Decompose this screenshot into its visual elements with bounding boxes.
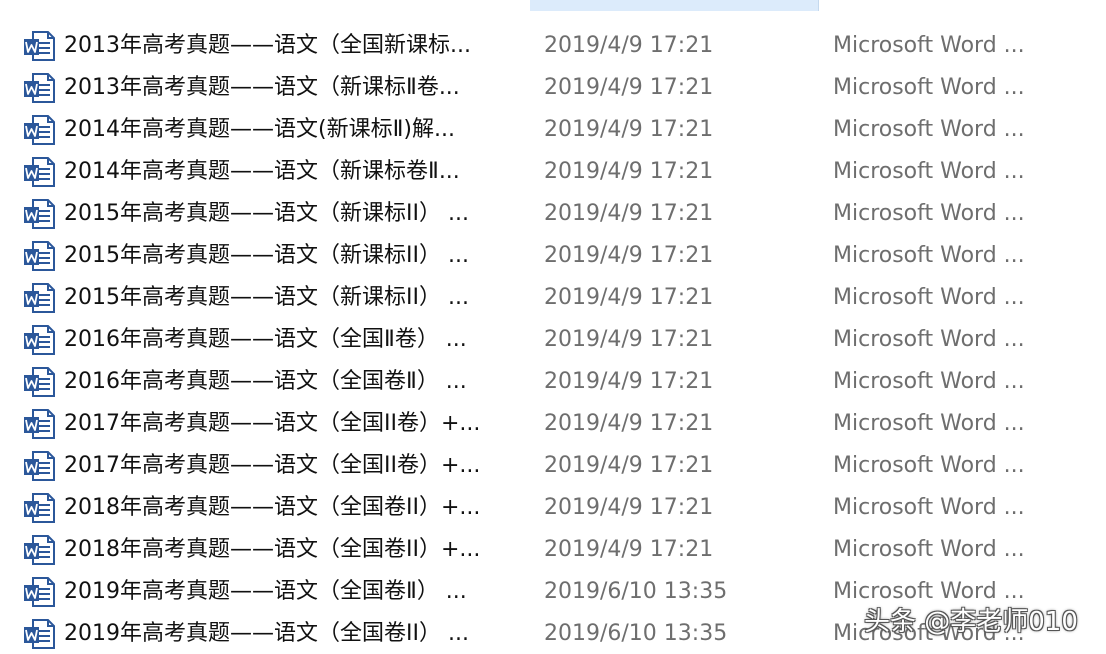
file-name: 2017年高考真题——语文（全国II卷）+... (64, 453, 481, 478)
file-date-modified: 2019/4/9 17:21 (544, 453, 714, 478)
file-row[interactable]: 2015年高考真题——语文（新课标II） ... 2019/4/9 17:21 … (0, 192, 1106, 234)
file-row[interactable]: 2013年高考真题——语文（新课标Ⅱ卷... 2019/4/9 17:21 Mi… (0, 66, 1106, 108)
file-row[interactable]: 2017年高考真题——语文（全国II卷）+... 2019/4/9 17:21 … (0, 402, 1106, 444)
file-name: 2019年高考真题——语文（全国卷Ⅱ） ... (64, 579, 467, 604)
file-date-modified: 2019/4/9 17:21 (544, 75, 714, 100)
file-type: Microsoft Word ... (833, 117, 1025, 142)
file-type: Microsoft Word ... (833, 495, 1025, 520)
word-document-icon (22, 618, 56, 650)
file-row[interactable]: 2016年高考真题——语文（全国Ⅱ卷） ... 2019/4/9 17:21 M… (0, 318, 1106, 360)
watermark-text: 头条 @李老师010 (864, 607, 1078, 637)
word-document-icon (22, 114, 56, 146)
file-type: Microsoft Word ... (833, 453, 1025, 478)
file-type: Microsoft Word ... (833, 285, 1025, 310)
word-document-icon (22, 324, 56, 356)
file-row[interactable]: 2017年高考真题——语文（全国II卷）+... 2019/4/9 17:21 … (0, 444, 1106, 486)
file-type: Microsoft Word ... (833, 33, 1025, 58)
file-row[interactable]: 2014年高考真题——语文（新课标卷Ⅱ... 2019/4/9 17:21 Mi… (0, 150, 1106, 192)
file-type: Microsoft Word ... (833, 369, 1025, 394)
file-date-modified: 2019/4/9 17:21 (544, 201, 714, 226)
file-list: 2013年高考真题——语文（全国新课标... 2019/4/9 17:21 Mi… (0, 24, 1106, 654)
file-date-modified: 2019/6/10 13:35 (544, 579, 728, 604)
word-document-icon (22, 198, 56, 230)
file-date-modified: 2019/4/9 17:21 (544, 495, 714, 520)
file-type: Microsoft Word ... (833, 537, 1025, 562)
file-date-modified: 2019/4/9 17:21 (544, 411, 714, 436)
file-type: Microsoft Word ... (833, 243, 1025, 268)
file-type: Microsoft Word ... (833, 75, 1025, 100)
file-type: Microsoft Word ... (833, 327, 1025, 352)
file-type: Microsoft Word ... (833, 411, 1025, 436)
file-name: 2014年高考真题——语文（新课标卷Ⅱ... (64, 159, 460, 184)
file-row[interactable]: 2014年高考真题——语文(新课标Ⅱ)解... 2019/4/9 17:21 M… (0, 108, 1106, 150)
file-type: Microsoft Word ... (833, 159, 1025, 184)
word-document-icon (22, 282, 56, 314)
word-document-icon (22, 492, 56, 524)
file-name: 2017年高考真题——语文（全国II卷）+... (64, 411, 481, 436)
file-row[interactable]: 2013年高考真题——语文（全国新课标... 2019/4/9 17:21 Mi… (0, 24, 1106, 66)
file-date-modified: 2019/6/10 13:35 (544, 621, 728, 646)
file-type: Microsoft Word ... (833, 201, 1025, 226)
file-name: 2015年高考真题——语文（新课标II） ... (64, 243, 469, 268)
file-row[interactable]: 2015年高考真题——语文（新课标II） ... 2019/4/9 17:21 … (0, 276, 1106, 318)
file-date-modified: 2019/4/9 17:21 (544, 369, 714, 394)
file-date-modified: 2019/4/9 17:21 (544, 537, 714, 562)
file-row[interactable]: 2018年高考真题——语文（全国卷II）+... 2019/4/9 17:21 … (0, 528, 1106, 570)
file-row[interactable]: 2015年高考真题——语文（新课标II） ... 2019/4/9 17:21 … (0, 234, 1106, 276)
file-name: 2016年高考真题——语文（全国卷Ⅱ） ... (64, 369, 467, 394)
word-document-icon (22, 72, 56, 104)
word-document-icon (22, 156, 56, 188)
file-name: 2019年高考真题——语文（全国卷II） ... (64, 621, 469, 646)
file-date-modified: 2019/4/9 17:21 (544, 285, 714, 310)
file-name: 2015年高考真题——语文（新课标II） ... (64, 201, 469, 226)
word-document-icon (22, 366, 56, 398)
file-date-modified: 2019/4/9 17:21 (544, 33, 714, 58)
word-document-icon (22, 30, 56, 62)
file-name: 2013年高考真题——语文（新课标Ⅱ卷... (64, 75, 460, 100)
file-date-modified: 2019/4/9 17:21 (544, 327, 714, 352)
word-document-icon (22, 450, 56, 482)
file-name: 2015年高考真题——语文（新课标II） ... (64, 285, 469, 310)
file-date-modified: 2019/4/9 17:21 (544, 117, 714, 142)
file-name: 2018年高考真题——语文（全国卷II）+... (64, 495, 481, 520)
file-row[interactable]: 2018年高考真题——语文（全国卷II）+... 2019/4/9 17:21 … (0, 486, 1106, 528)
word-document-icon (22, 408, 56, 440)
file-name: 2013年高考真题——语文（全国新课标... (64, 33, 471, 58)
word-document-icon (22, 534, 56, 566)
file-row[interactable]: 2016年高考真题——语文（全国卷Ⅱ） ... 2019/4/9 17:21 M… (0, 360, 1106, 402)
file-name: 2016年高考真题——语文（全国Ⅱ卷） ... (64, 327, 467, 352)
file-name: 2018年高考真题——语文（全国卷II）+... (64, 537, 481, 562)
word-document-icon (22, 576, 56, 608)
file-date-modified: 2019/4/9 17:21 (544, 243, 714, 268)
column-header-highlight[interactable] (530, 0, 819, 11)
word-document-icon (22, 240, 56, 272)
file-date-modified: 2019/4/9 17:21 (544, 159, 714, 184)
file-name: 2014年高考真题——语文(新课标Ⅱ)解... (64, 117, 455, 142)
